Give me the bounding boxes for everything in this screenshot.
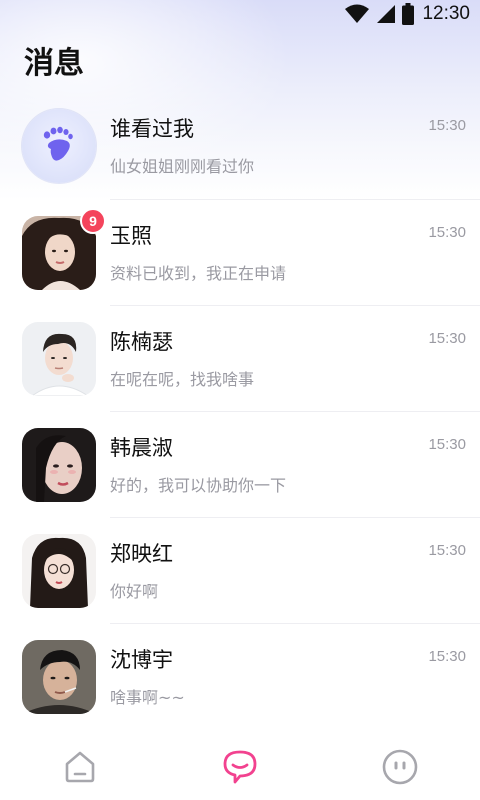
status-bar: 12:30 <box>0 0 480 28</box>
conversation-content: 陈楠瑟 15:30 在呢在呢，找我啥事 <box>110 322 480 396</box>
page-title: 消息 <box>24 46 84 81</box>
tab-profile[interactable] <box>370 745 430 793</box>
conversation-preview: 你好啊 <box>110 582 159 601</box>
conversation-list: 谁看过我 15:30 仙女姐姐刚刚看过你 9 玉照 15:30 资料已收到，我正… <box>0 92 480 730</box>
tab-home[interactable] <box>50 745 110 793</box>
conversation-content: 郑映红 15:30 你好啊 <box>110 534 480 608</box>
footprint-icon <box>37 122 81 170</box>
conversation-content: 玉照 15:30 资料已收到，我正在申请 <box>110 216 480 290</box>
avatar <box>22 640 96 714</box>
user-photo <box>22 322 96 396</box>
conversation-name: 陈楠瑟 <box>110 330 173 354</box>
user-photo <box>22 428 96 502</box>
conversation-name: 韩晨淑 <box>110 436 173 460</box>
avatar <box>22 322 96 396</box>
avatar <box>22 109 96 183</box>
status-time: 12:30 <box>422 3 470 24</box>
conversation-content: 韩晨淑 15:30 好的，我可以协助你一下 <box>110 428 480 502</box>
conversation-item[interactable]: 郑映红 15:30 你好啊 <box>0 518 480 624</box>
conversation-time: 15:30 <box>428 330 466 347</box>
conversation-time: 15:30 <box>428 117 466 134</box>
avatar: 9 <box>22 208 106 290</box>
messages-screen: 12:30 消息 谁看过我 15:30 仙女姐姐刚刚看过你 9 玉照 15:30… <box>0 0 480 800</box>
conversation-time: 15:30 <box>428 648 466 665</box>
conversation-name: 沈博宇 <box>110 648 173 672</box>
cellular-signal-icon <box>376 4 396 24</box>
tab-messages[interactable] <box>210 745 270 793</box>
bottom-tab-bar <box>0 738 480 800</box>
conversation-preview: 仙女姐姐刚刚看过你 <box>110 157 255 176</box>
battery-icon <box>402 3 415 25</box>
conversation-item[interactable]: 陈楠瑟 15:30 在呢在呢，找我啥事 <box>0 306 480 412</box>
conversation-item-visitors[interactable]: 谁看过我 15:30 仙女姐姐刚刚看过你 <box>0 92 480 200</box>
user-photo <box>22 640 96 714</box>
conversation-content: 谁看过我 15:30 仙女姐姐刚刚看过你 <box>110 109 480 183</box>
profile-face-icon <box>381 748 419 790</box>
conversation-item[interactable]: 韩晨淑 15:30 好的，我可以协助你一下 <box>0 412 480 518</box>
home-icon <box>62 749 98 789</box>
conversation-item[interactable]: 沈博宇 15:30 啥事啊~~ <box>0 624 480 730</box>
conversation-name: 郑映红 <box>110 542 173 566</box>
conversation-content: 沈博宇 15:30 啥事啊~~ <box>110 640 480 714</box>
conversation-time: 15:30 <box>428 436 466 453</box>
conversation-preview: 好的，我可以协助你一下 <box>110 476 287 495</box>
user-photo <box>22 534 96 608</box>
conversation-item[interactable]: 9 玉照 15:30 资料已收到，我正在申请 <box>0 200 480 306</box>
conversation-preview: 资料已收到，我正在申请 <box>110 264 287 283</box>
unread-badge: 9 <box>80 208 106 234</box>
conversation-time: 15:30 <box>428 224 466 241</box>
conversation-name: 谁看过我 <box>110 117 194 141</box>
conversation-time: 15:30 <box>428 542 466 559</box>
conversation-preview: 在呢在呢，找我啥事 <box>110 370 255 389</box>
conversation-name: 玉照 <box>110 224 152 248</box>
message-bubble-icon <box>220 747 260 791</box>
wifi-icon <box>344 4 370 24</box>
avatar <box>22 534 96 608</box>
avatar <box>22 428 96 502</box>
conversation-preview: 啥事啊~~ <box>110 688 185 707</box>
